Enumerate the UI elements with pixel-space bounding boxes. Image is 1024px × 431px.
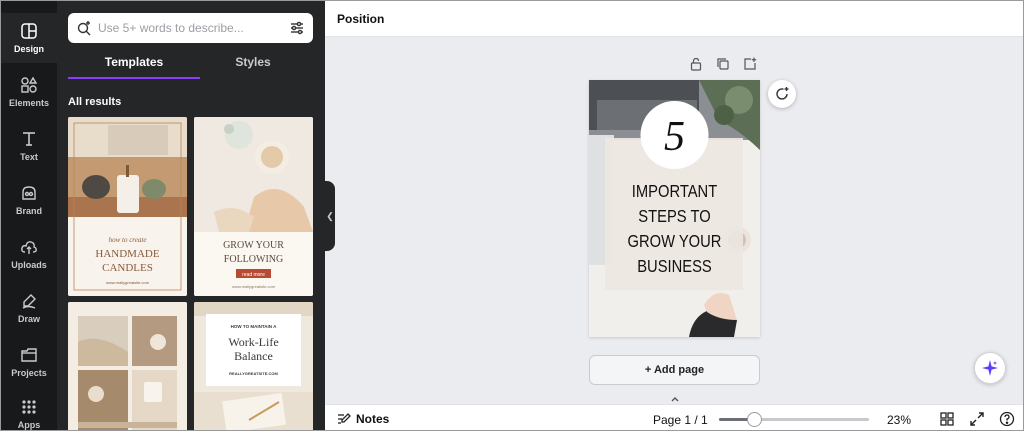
search-box xyxy=(68,13,313,43)
page-tools xyxy=(687,57,759,73)
fullscreen-icon[interactable] xyxy=(969,411,985,427)
rail-item-apps[interactable]: Apps xyxy=(1,389,57,430)
text-icon xyxy=(23,132,35,146)
template-line: GROW YOUR xyxy=(223,240,284,251)
add-page-icon[interactable] xyxy=(743,57,757,71)
template-line: FOLLOWING xyxy=(224,254,283,265)
refresh-comment-button[interactable] xyxy=(768,80,796,108)
templates-panel: Templates Styles All results how to crea… xyxy=(57,1,325,430)
template-card[interactable]: HOW TO MAINTAIN A Work-Life Balance REAL… xyxy=(194,302,313,430)
rail-item-uploads[interactable]: Uploads xyxy=(1,229,57,279)
tab-templates[interactable]: Templates xyxy=(68,55,200,79)
duplicate-icon[interactable] xyxy=(716,57,730,71)
rail-item-label: Draw xyxy=(17,314,40,324)
search-input[interactable] xyxy=(98,18,278,38)
design-headline-line: GROW YOUR xyxy=(628,232,722,252)
template-thumbnail: HOW TO MAINTAIN A Work-Life Balance REAL… xyxy=(194,302,313,430)
design-headline-line: BUSINESS xyxy=(637,257,712,277)
rail-item-label: Design xyxy=(13,44,44,54)
page-indicator[interactable]: Page 1 / 1 xyxy=(653,413,708,427)
template-card[interactable]: GROW YOUR FOLLOWING read more www.really… xyxy=(194,117,313,296)
elements-icon xyxy=(21,76,38,93)
template-thumbnail: GROW YOUR FOLLOWING read more www.really… xyxy=(194,117,313,296)
design-headline-line: IMPORTANT xyxy=(632,182,717,202)
design-number: 5 xyxy=(664,114,685,160)
tab-styles[interactable]: Styles xyxy=(193,55,313,79)
rail-item-label: Text xyxy=(20,152,38,162)
template-line: how to create xyxy=(109,236,147,244)
top-toolbar: Position xyxy=(325,1,1023,37)
template-line: Work-Life xyxy=(228,335,278,349)
help-icon[interactable] xyxy=(999,411,1015,427)
template-thumbnail xyxy=(68,302,187,430)
add-page-button[interactable]: + Add page xyxy=(589,355,760,385)
template-line: HANDMADE xyxy=(95,248,159,260)
notes-button[interactable]: Notes xyxy=(337,412,389,426)
design-icon xyxy=(21,23,37,39)
template-card[interactable] xyxy=(68,302,187,430)
rail-item-label: Apps xyxy=(17,420,41,430)
brand-icon xyxy=(22,186,36,200)
grid-view-icon[interactable] xyxy=(939,411,955,427)
rail-item-brand[interactable]: Brand xyxy=(1,175,57,225)
lock-icon[interactable] xyxy=(689,57,703,71)
refresh-icon xyxy=(776,87,789,100)
collapse-panel-handle[interactable]: ❮ xyxy=(325,181,335,251)
template-thumbnail: how to create HANDMADE CANDLES www.reall… xyxy=(68,117,187,296)
design-page[interactable]: 5 IMPORTANT STEPS TO GROW YOUR BUSINESS xyxy=(589,80,760,337)
template-line: HOW TO MAINTAIN A xyxy=(231,324,277,329)
template-line: www.reallygreatsite.com xyxy=(232,284,276,289)
rail-item-text[interactable]: Text xyxy=(1,121,57,171)
magic-assistant-button[interactable] xyxy=(974,352,1006,384)
rail-item-label: Brand xyxy=(15,206,42,216)
chevron-up-icon[interactable] xyxy=(667,394,683,404)
rail-item-label: Elements xyxy=(8,98,50,108)
template-line: read more xyxy=(242,272,265,278)
template-line: Balance xyxy=(234,349,273,363)
rail-item-design[interactable]: Design xyxy=(1,13,57,63)
zoom-percentage[interactable]: 23% xyxy=(887,413,911,427)
rail-item-label: Uploads xyxy=(11,260,47,270)
design-artwork: 5 IMPORTANT STEPS TO GROW YOUR BUSINESS xyxy=(589,80,760,337)
filter-icon[interactable] xyxy=(289,20,305,36)
left-rail: Design Elements Text Brand Uploads Draw … xyxy=(1,1,57,430)
rail-item-projects[interactable]: Projects xyxy=(1,337,57,387)
notes-icon xyxy=(338,413,351,424)
chevron-left-icon: ❮ xyxy=(326,210,334,221)
panel-tabs: Templates Styles xyxy=(68,55,313,79)
magic-search-icon xyxy=(77,21,91,36)
template-line: CANDLES xyxy=(102,262,153,274)
apps-icon xyxy=(22,400,36,414)
zoom-slider[interactable] xyxy=(719,412,869,427)
results-heading: All results xyxy=(68,96,122,108)
bottom-toolbar: Notes Page 1 / 1 23% xyxy=(325,404,1023,430)
notes-label: Notes xyxy=(356,412,390,426)
template-card[interactable]: how to create HANDMADE CANDLES www.reall… xyxy=(68,117,187,296)
editor-window: Design Elements Text Brand Uploads Draw … xyxy=(0,0,1024,431)
template-line: REALLYGREATSITE.COM xyxy=(229,371,278,376)
rail-item-label: Projects xyxy=(11,368,47,378)
rail-item-draw[interactable]: Draw xyxy=(1,283,57,333)
rail-item-elements[interactable]: Elements xyxy=(1,67,57,117)
sparkle-icon xyxy=(982,360,998,376)
projects-icon xyxy=(21,348,37,362)
design-headline-line: STEPS TO xyxy=(638,207,710,227)
uploads-icon xyxy=(21,241,37,254)
zoom-slider-thumb[interactable] xyxy=(746,412,762,427)
position-button[interactable]: Position xyxy=(337,12,384,26)
template-line: www.reallygreatsite.com xyxy=(106,280,150,285)
draw-icon xyxy=(22,294,36,309)
